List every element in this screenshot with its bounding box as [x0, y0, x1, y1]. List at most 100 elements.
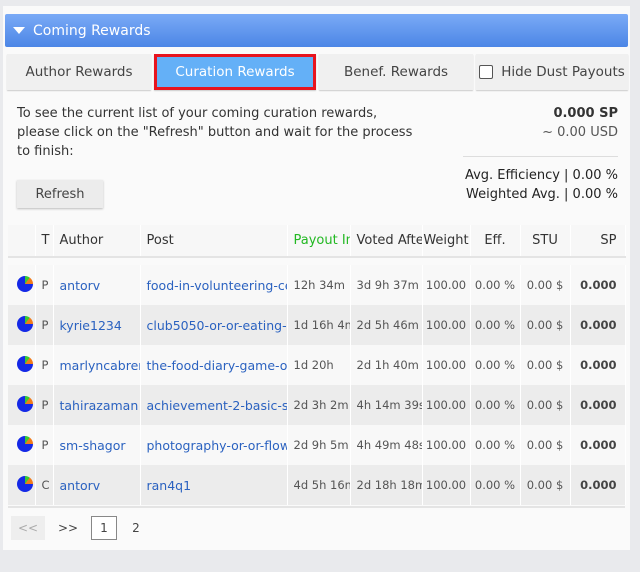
tab-author-rewards[interactable]: Author Rewards: [7, 54, 151, 90]
cell-sp: 0.000: [570, 305, 626, 345]
page-1-button[interactable]: 1: [91, 516, 117, 540]
cell-weight: 100.00: [422, 345, 471, 385]
next-page-button[interactable]: >>: [51, 516, 85, 540]
cell-post[interactable]: the-food-diary-game-or-: [140, 345, 288, 385]
coming-rewards-panel: Coming Rewards Author Rewards Curation R…: [3, 6, 630, 550]
divider: [463, 156, 618, 157]
cell-payout-in: 2d 3h 2m: [287, 385, 351, 425]
cell-weight: 100.00: [422, 305, 471, 345]
checkbox[interactable]: [479, 65, 494, 79]
cell-stu: 0.00 $: [520, 385, 571, 425]
author-link[interactable]: kyrie1234: [60, 318, 122, 333]
pie-chart-icon[interactable]: [8, 305, 36, 345]
pagination: << >> 1 2: [11, 516, 149, 540]
table-row: Psm-shagor photography-or-or-flowe 2d 9h 5…: [8, 425, 626, 465]
post-link[interactable]: ran4q1: [147, 478, 192, 493]
cell-type: P: [35, 265, 54, 305]
cell-voted-after: 2d 5h 46m: [350, 305, 423, 345]
cell-stu: 0.00 $: [520, 305, 571, 345]
page-2-button[interactable]: 2: [123, 516, 149, 540]
col-header-weight[interactable]: Weight: [422, 225, 471, 258]
post-link[interactable]: the-food-diary-game-or-: [147, 358, 287, 373]
col-header-author[interactable]: Author: [53, 225, 141, 258]
pie-chart-icon[interactable]: [8, 265, 36, 305]
curation-rewards-table: T Author Post Payout In Voted After Weight Eff…: [8, 225, 626, 505]
cell-post[interactable]: food-in-volunteering-cer: [140, 265, 288, 305]
cell-type: P: [35, 425, 54, 465]
post-link[interactable]: club5050-or-or-eating-ou: [147, 318, 287, 333]
cell-payout-in: 2d 9h 5m: [287, 425, 351, 465]
cell-voted-after: 2d 1h 40m: [350, 345, 423, 385]
cell-eff: 0.00 %: [470, 425, 521, 465]
author-link[interactable]: antorv: [60, 478, 101, 493]
table-row: Cantorv ran4q1 4d 5h 16m 2d 18h 18m 100.00 0.…: [8, 465, 626, 505]
avg-efficiency: Avg. Efficiency | 0.00 %: [464, 168, 618, 183]
cell-weight: 100.00: [422, 465, 471, 505]
cell-stu: 0.00 $: [520, 465, 571, 505]
cell-type: P: [35, 385, 54, 425]
pie-chart-icon[interactable]: [8, 385, 36, 425]
total-sp: 0.000 SP: [553, 106, 618, 121]
cell-author[interactable]: tahirazaman: [53, 385, 141, 425]
pie-chart-icon[interactable]: [8, 425, 36, 465]
table-row: Ptahirazaman achievement-2-basic-sec2d 3h…: [8, 385, 626, 425]
col-header-sp[interactable]: SP: [570, 225, 626, 258]
prev-page-button[interactable]: <<: [11, 516, 45, 540]
pie-icon[interactable]: [17, 475, 33, 492]
cell-sp: 0.000: [570, 425, 626, 465]
post-link[interactable]: photography-or-or-flowe: [147, 438, 287, 453]
col-header-icon[interactable]: [8, 225, 36, 258]
cell-post[interactable]: achievement-2-basic-sec: [140, 385, 288, 425]
post-link[interactable]: food-in-volunteering-cer: [147, 278, 287, 293]
col-header-payout-in[interactable]: Payout In: [287, 225, 351, 258]
pie-icon[interactable]: [17, 355, 33, 372]
cell-sp: 0.000: [570, 345, 626, 385]
cell-voted-after: 4h 14m 39s: [350, 385, 423, 425]
pie-icon[interactable]: [17, 275, 33, 292]
cell-voted-after: 2d 18h 18m: [350, 465, 423, 505]
cell-stu: 0.00 $: [520, 345, 571, 385]
pie-icon[interactable]: [17, 315, 33, 332]
cell-payout-in: 4d 5h 16m: [287, 465, 351, 505]
cell-post[interactable]: photography-or-or-flowe: [140, 425, 288, 465]
cell-author[interactable]: antorv: [53, 265, 141, 305]
author-link[interactable]: marlyncabrer: [60, 358, 140, 373]
cell-sp: 0.000: [570, 385, 626, 425]
cell-author[interactable]: sm-shagor: [53, 425, 141, 465]
col-header-voted-after[interactable]: Voted After: [350, 225, 423, 258]
author-link[interactable]: tahirazaman: [60, 398, 139, 413]
pie-icon[interactable]: [17, 395, 33, 412]
cell-voted-after: 4h 49m 48s: [350, 425, 423, 465]
cell-type: P: [35, 305, 54, 345]
cell-weight: 100.00: [422, 265, 471, 305]
pie-icon[interactable]: [17, 435, 33, 452]
col-header-stu[interactable]: STU: [520, 225, 571, 258]
cell-author[interactable]: kyrie1234: [53, 305, 141, 345]
cell-author[interactable]: marlyncabrer: [53, 345, 141, 385]
col-header-eff[interactable]: Eff.: [470, 225, 521, 258]
cell-payout-in: 1d 20h: [287, 345, 351, 385]
cell-author[interactable]: antorv: [53, 465, 141, 505]
tab-curation-rewards[interactable]: Curation Rewards: [154, 54, 316, 90]
refresh-button[interactable]: Refresh: [17, 180, 103, 208]
cell-post[interactable]: club5050-or-or-eating-ou: [140, 305, 288, 345]
cell-eff: 0.00 %: [470, 305, 521, 345]
col-header-type[interactable]: T: [35, 225, 54, 258]
hide-dust-payouts-toggle[interactable]: Hide Dust Payouts: [476, 54, 628, 90]
cell-type: C: [35, 465, 54, 505]
cell-eff: 0.00 %: [470, 465, 521, 505]
tab-benef-rewards[interactable]: Benef. Rewards: [319, 54, 473, 90]
author-link[interactable]: antorv: [60, 278, 101, 293]
post-link[interactable]: achievement-2-basic-sec: [147, 398, 287, 413]
coming-rewards-header[interactable]: Coming Rewards: [5, 14, 628, 47]
pie-chart-icon[interactable]: [8, 345, 36, 385]
cell-sp: 0.000: [570, 465, 626, 505]
author-link[interactable]: sm-shagor: [60, 438, 126, 453]
col-header-post[interactable]: Post: [140, 225, 288, 258]
table-row: Pantorv food-in-volunteering-cer 12h 34m 3d…: [8, 265, 626, 305]
cell-eff: 0.00 %: [470, 345, 521, 385]
info-text: To see the current list of your coming c…: [17, 106, 413, 159]
pie-chart-icon[interactable]: [8, 465, 36, 505]
table-bottom-divider: [8, 506, 625, 508]
cell-post[interactable]: ran4q1: [140, 465, 288, 505]
